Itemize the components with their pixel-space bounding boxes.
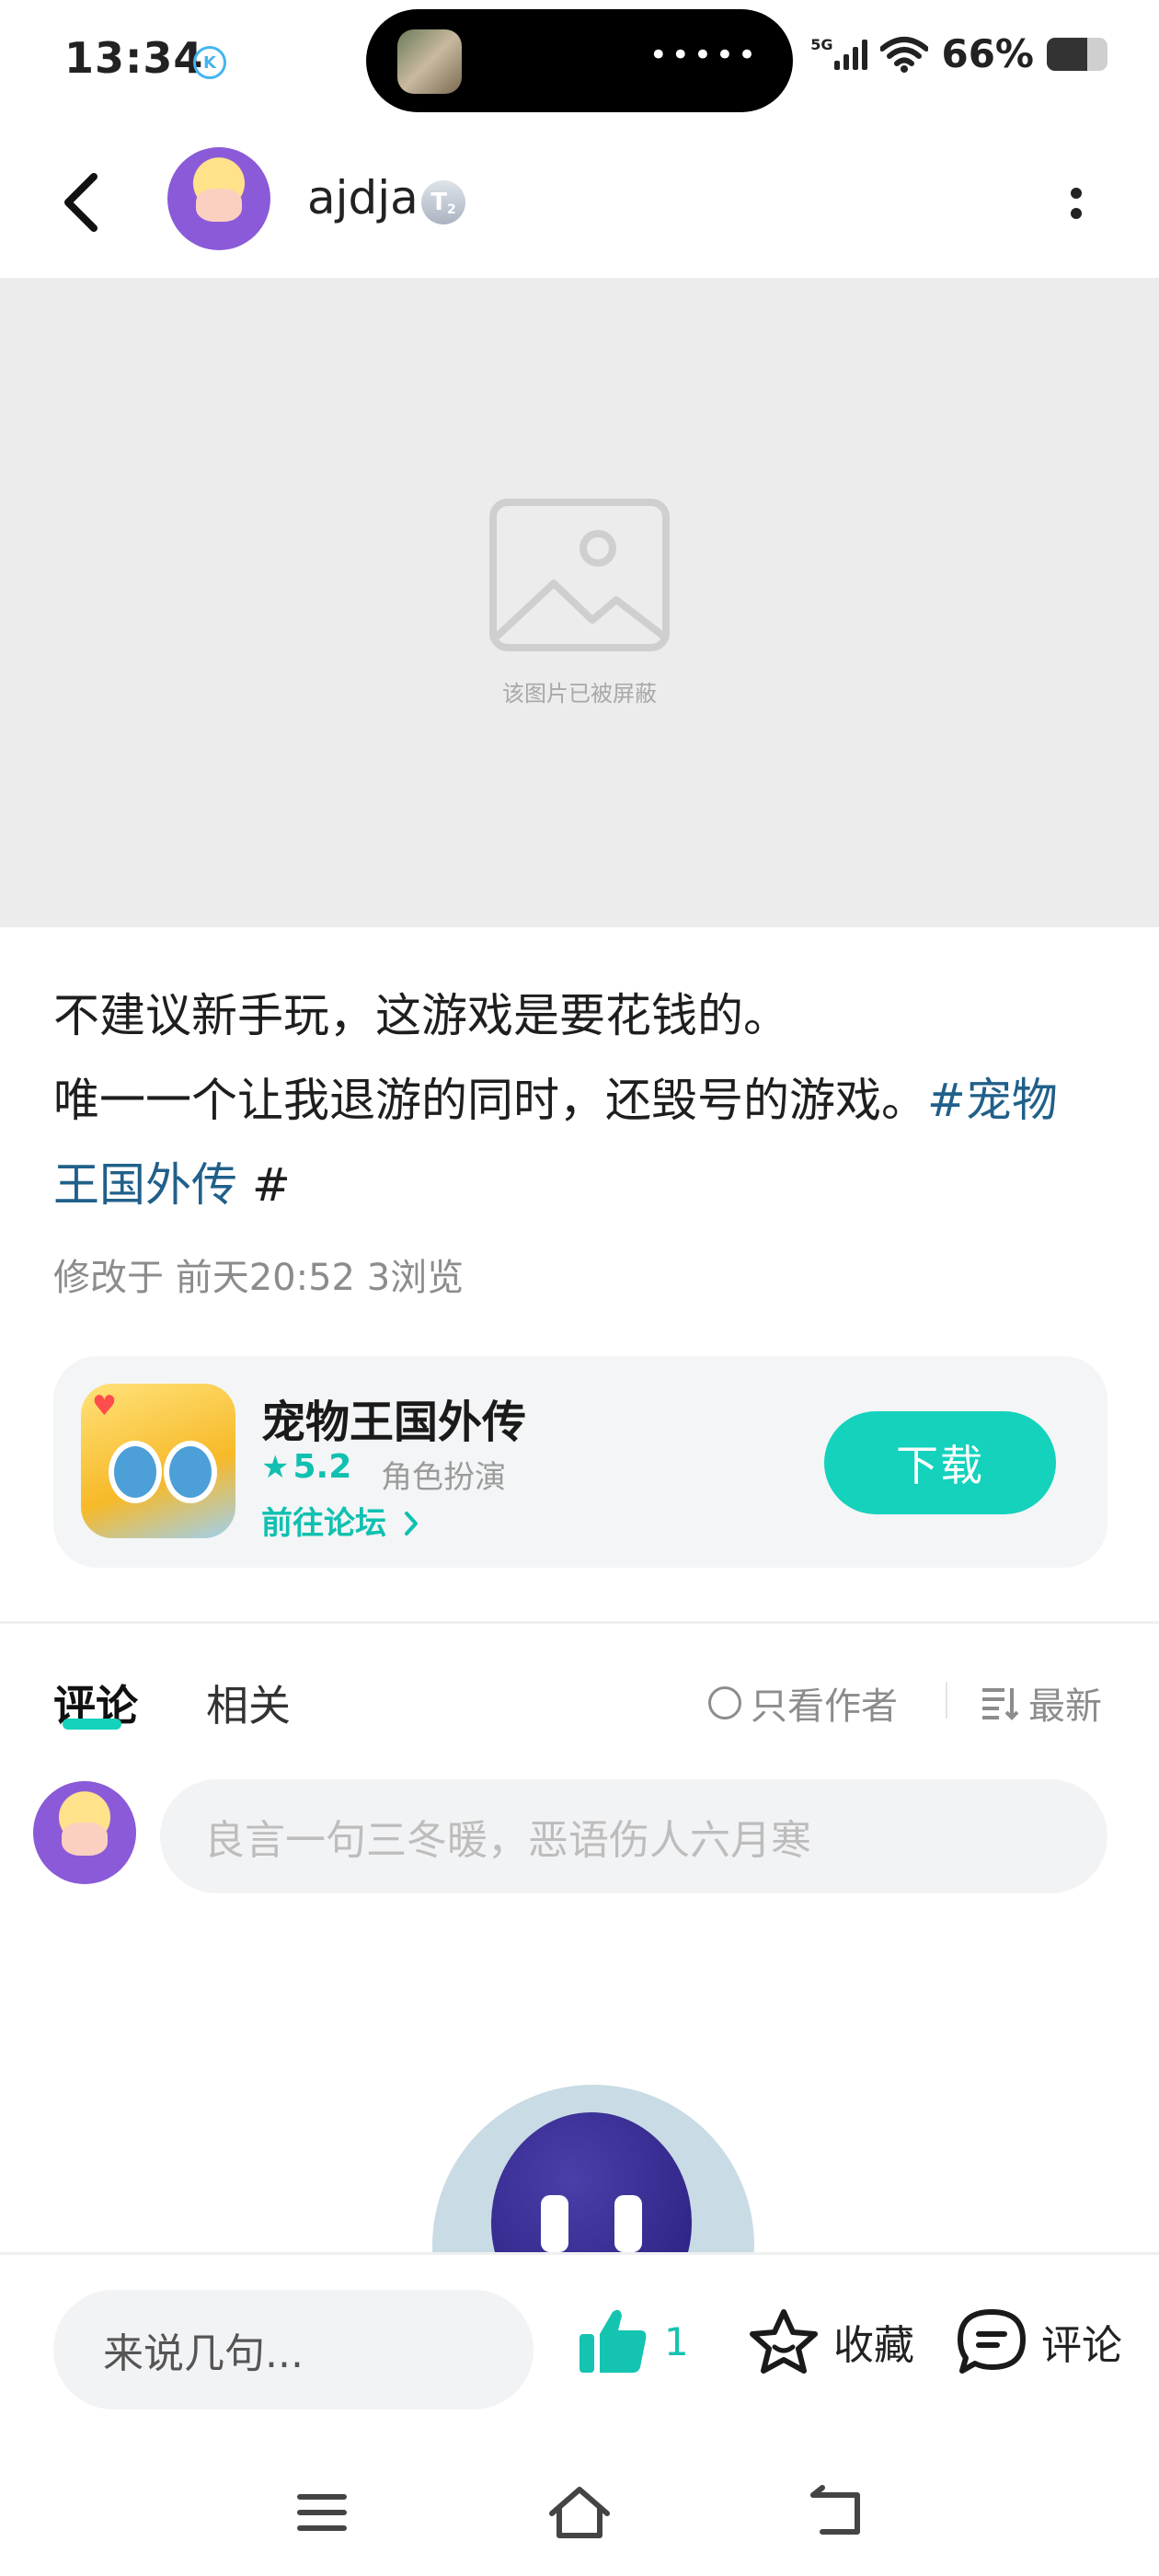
post-image[interactable]: 该图片已被屏蔽 bbox=[0, 278, 1159, 927]
game-icon-eye bbox=[164, 1441, 217, 1503]
forum-link-label: 前往论坛 bbox=[261, 1505, 386, 1542]
home-icon[interactable] bbox=[546, 2482, 613, 2543]
favorite-button[interactable]: 收藏 bbox=[747, 2306, 914, 2376]
back-icon[interactable] bbox=[804, 2482, 870, 2543]
level-badge: T2 bbox=[421, 180, 465, 224]
like-count: 1 bbox=[664, 2318, 689, 2364]
sort-button[interactable]: 最新 bbox=[981, 1676, 1102, 1730]
system-nav-bar bbox=[0, 2447, 1159, 2576]
download-button[interactable]: 下载 bbox=[824, 1411, 1056, 1514]
status-time: 13:34 bbox=[64, 33, 204, 83]
author-only-label: 只看作者 bbox=[751, 1685, 898, 1728]
post-text-line: 王国外传 # bbox=[53, 1156, 291, 1214]
favorite-label: 收藏 bbox=[833, 2322, 914, 2369]
image-placeholder-icon bbox=[489, 499, 670, 651]
topic-link[interactable]: 王国外传 bbox=[53, 1158, 237, 1212]
star-outline-icon bbox=[750, 2309, 818, 2374]
blocked-image-caption: 该图片已被屏蔽 bbox=[502, 681, 657, 707]
game-icon[interactable]: ♥ bbox=[81, 1384, 235, 1538]
comment-placeholder: 良言一句三冬暖，恶语伤人六月寒 bbox=[204, 1817, 811, 1864]
cellular-signal-icon bbox=[834, 39, 868, 70]
wifi-icon bbox=[880, 36, 929, 73]
quick-input-placeholder: 来说几句... bbox=[103, 2330, 304, 2377]
back-arrow-icon[interactable] bbox=[53, 166, 109, 239]
post-meta: 修改于 前天20:52 3浏览 bbox=[53, 1257, 465, 1299]
mascot-eye bbox=[541, 2195, 568, 2252]
sort-label: 最新 bbox=[1028, 1685, 1102, 1728]
game-icon-eye bbox=[109, 1441, 162, 1503]
quick-comment-input[interactable]: 来说几句... bbox=[53, 2290, 534, 2409]
divider bbox=[946, 1682, 947, 1719]
post-text: 唯一一个让我退游的同时，还毁号的游戏。 bbox=[53, 1074, 927, 1127]
comment-button[interactable]: 评论 bbox=[955, 2306, 1122, 2376]
thumbs-up-icon bbox=[580, 2309, 647, 2373]
tab-related[interactable]: 相关 bbox=[206, 1673, 291, 1733]
level-number: 2 bbox=[447, 202, 456, 217]
mascot-eye bbox=[614, 2195, 642, 2252]
battery-percent: 66% bbox=[941, 31, 1034, 76]
star-icon: ★ bbox=[261, 1448, 290, 1486]
author-name[interactable]: ajdja bbox=[307, 171, 419, 224]
level-letter: T bbox=[430, 189, 447, 216]
dot bbox=[1071, 208, 1082, 219]
author-avatar[interactable] bbox=[167, 147, 270, 250]
dot bbox=[1071, 188, 1082, 199]
active-tab-indicator bbox=[63, 1719, 121, 1730]
my-avatar[interactable] bbox=[33, 1781, 136, 1884]
post-text-line: 唯一一个让我退游的同时，还毁号的游戏。#宠物 bbox=[53, 1071, 1058, 1130]
radio-icon bbox=[708, 1686, 741, 1719]
more-options-button[interactable] bbox=[1058, 180, 1095, 226]
hash-mark: # bbox=[237, 1158, 291, 1212]
game-card[interactable]: ♥ 宠物王国外传 ★ 5.2 角色扮演 前往论坛 下载 bbox=[53, 1356, 1107, 1568]
like-button[interactable]: 1 bbox=[576, 2306, 689, 2376]
sort-icon bbox=[982, 1688, 1019, 1720]
forum-link[interactable]: 前往论坛 bbox=[261, 1498, 421, 1543]
chevron-right-icon bbox=[404, 1512, 418, 1535]
game-genre: 角色扮演 bbox=[381, 1459, 506, 1496]
network-type: 5G bbox=[810, 35, 833, 53]
game-title[interactable]: 宠物王国外传 bbox=[261, 1386, 526, 1450]
k-app-icon: K bbox=[193, 46, 226, 79]
comment-bubble-icon bbox=[958, 2309, 1026, 2374]
more-dots-icon: ••••• bbox=[648, 37, 760, 74]
comment-label: 评论 bbox=[1041, 2322, 1122, 2369]
dynamic-island[interactable]: ••••• bbox=[366, 9, 793, 112]
topic-link[interactable]: #宠物 bbox=[927, 1074, 1058, 1127]
author-only-toggle[interactable]: 只看作者 bbox=[708, 1676, 898, 1730]
media-thumbnail bbox=[397, 29, 462, 94]
heart-icon: ♥ bbox=[92, 1390, 117, 1422]
comment-input[interactable]: 良言一句三冬暖，恶语伤人六月寒 bbox=[160, 1779, 1107, 1893]
section-divider bbox=[0, 1621, 1159, 1624]
post-text-line: 不建议新手玩，这游戏是要花钱的。 bbox=[53, 989, 789, 1042]
status-icons: 5G 66% bbox=[810, 31, 1107, 76]
rating-value: 5.2 bbox=[293, 1448, 352, 1486]
bottom-action-bar: 来说几句... 1 收藏 评论 bbox=[0, 2252, 1159, 2430]
menu-icon[interactable] bbox=[289, 2482, 355, 2543]
game-rating: ★ 5.2 bbox=[261, 1448, 351, 1486]
battery-icon bbox=[1047, 37, 1107, 71]
